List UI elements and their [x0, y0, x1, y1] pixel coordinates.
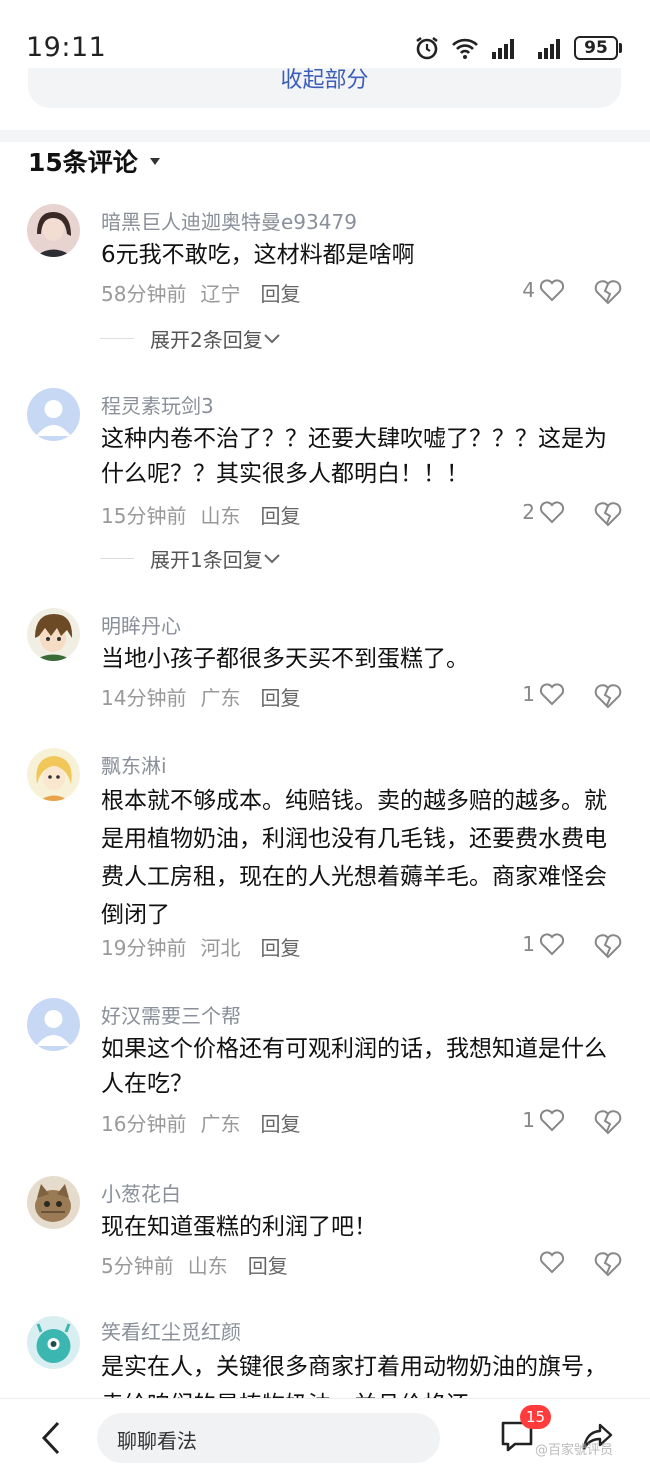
- heart-icon: [539, 1109, 565, 1132]
- reply-button[interactable]: 回复: [248, 1250, 288, 1279]
- comment-text: 当地小孩子都很多天买不到蛋糕了。: [101, 646, 469, 672]
- like-count: 4: [522, 278, 535, 302]
- like-button[interactable]: 1: [522, 682, 565, 706]
- reply-button[interactable]: 回复: [260, 278, 300, 307]
- comment-time: 15分钟前: [101, 504, 187, 528]
- heart-icon: [539, 279, 565, 302]
- bottom-bar: 聊聊看法 15 @百家號评员: [0, 1398, 650, 1474]
- like-count: 1: [522, 932, 535, 956]
- comment-count-badge: 15: [520, 1405, 552, 1429]
- like-count: 2: [522, 500, 535, 524]
- like-count: 1: [522, 1108, 535, 1132]
- comment-location: 山东: [200, 504, 241, 528]
- avatar[interactable]: [27, 748, 80, 801]
- comment-time: 58分钟前: [101, 282, 187, 306]
- comment-location: 辽宁: [200, 282, 241, 306]
- expand-replies-label: 展开1条回复: [150, 548, 263, 572]
- reply-button[interactable]: 回复: [260, 682, 300, 711]
- expand-replies[interactable]: 展开1条回复: [100, 544, 281, 573]
- comment-username[interactable]: 飘东淋i: [101, 750, 167, 779]
- comment-item: 笑看红尘觅红颜 是实在人，关键很多商家打着用动物奶油的旗号，卖给咱们的是植物奶油…: [0, 1312, 650, 1398]
- broken-heart-icon[interactable]: [594, 278, 622, 306]
- comment-text: 6元我不敢吃，这材料都是啥啊: [101, 242, 415, 268]
- heart-icon: [539, 933, 565, 956]
- collapse-link[interactable]: 收起部分: [28, 68, 621, 94]
- reply-button[interactable]: 回复: [260, 932, 300, 961]
- comment-meta: 58分钟前 辽宁 回复: [101, 278, 300, 307]
- section-divider: [0, 130, 650, 142]
- like-button[interactable]: 4: [522, 278, 565, 302]
- status-time: 19:11: [26, 32, 107, 63]
- comment-text: 如果这个价格还有可观利润的话，我想知道是什么人在吃？: [101, 1036, 607, 1097]
- avatar[interactable]: [27, 388, 80, 441]
- signal-icon-2: [538, 39, 560, 59]
- chevron-down-icon: [264, 333, 280, 343]
- broken-heart-icon[interactable]: [594, 682, 622, 710]
- like-count: 1: [522, 682, 535, 706]
- chevron-down-icon: [264, 553, 280, 563]
- comment-time: 16分钟前: [101, 1112, 187, 1136]
- comment-username[interactable]: 好汉需要三个帮: [101, 1000, 241, 1029]
- expand-replies[interactable]: 展开2条回复: [100, 324, 281, 353]
- battery-icon: 95: [574, 36, 622, 60]
- comment-location: 河北: [200, 936, 241, 960]
- reply-button[interactable]: 回复: [260, 500, 300, 529]
- avatar[interactable]: [27, 1176, 80, 1229]
- battery-level: 95: [574, 36, 618, 60]
- avatar[interactable]: [27, 204, 80, 257]
- comment-text: 这种内卷不治了？？还要大肆吹嘘了？？？这是为什么呢？？其实很多人都明白！！！: [101, 426, 607, 487]
- comment-text: 是实在人，关键很多商家打着用动物奶油的旗号，卖给咱们的是植物奶油，并且价格还: [101, 1354, 607, 1398]
- heart-icon: [539, 683, 565, 706]
- comment-time: 14分钟前: [101, 686, 187, 710]
- back-arrow-icon[interactable]: [36, 1419, 66, 1457]
- comment-meta: 5分钟前 山东 回复: [101, 1250, 288, 1279]
- comment-meta: 19分钟前 河北 回复: [101, 932, 300, 961]
- wifi-icon: [452, 38, 478, 59]
- status-icons: 95: [414, 32, 622, 64]
- comment-meta: 14分钟前 广东 回复: [101, 682, 300, 711]
- like-button[interactable]: [539, 1250, 565, 1274]
- heart-icon: [539, 1251, 565, 1274]
- sort-caret-icon[interactable]: [149, 157, 160, 165]
- comment-input[interactable]: 聊聊看法: [97, 1413, 440, 1463]
- comment-location: 广东: [200, 686, 241, 710]
- comment-text: 现在知道蛋糕的利润了吧！: [101, 1214, 377, 1240]
- like-button[interactable]: 2: [522, 500, 565, 524]
- comment-text: 根本就不够成本。纯赔钱。卖的越多赔的越多。就是用植物奶油，利润也没有几毛钱，还要…: [101, 788, 607, 928]
- watermark: @百家號评员: [535, 1443, 614, 1458]
- comments-header[interactable]: 15条评论: [28, 142, 160, 180]
- comment-username[interactable]: 暗黑巨人迪迦奥特曼e93479: [101, 206, 357, 235]
- avatar[interactable]: [27, 608, 80, 661]
- comment-time: 19分钟前: [101, 936, 187, 960]
- comment-username[interactable]: 笑看红尘觅红颜: [101, 1316, 241, 1345]
- comments-count-title: 15条评论: [28, 148, 138, 177]
- collapse-card[interactable]: 收起部分: [28, 68, 621, 108]
- comment-username[interactable]: 小葱花白: [101, 1178, 181, 1207]
- broken-heart-icon[interactable]: [594, 500, 622, 528]
- signal-icon-1: [492, 39, 514, 59]
- avatar[interactable]: [27, 998, 80, 1051]
- comment-meta: 15分钟前 山东 回复: [101, 500, 300, 529]
- comment-time: 5分钟前: [101, 1254, 174, 1278]
- broken-heart-icon[interactable]: [594, 932, 622, 960]
- avatar[interactable]: [27, 1316, 80, 1369]
- comment-username[interactable]: 明眸丹心: [101, 610, 181, 639]
- comment-location: 山东: [187, 1254, 228, 1278]
- comment-username[interactable]: 程灵素玩剑3: [101, 390, 214, 419]
- like-button[interactable]: 1: [522, 932, 565, 956]
- heart-icon: [539, 501, 565, 524]
- like-button[interactable]: 1: [522, 1108, 565, 1132]
- comment-meta: 16分钟前 广东 回复: [101, 1108, 300, 1137]
- expand-replies-label: 展开2条回复: [150, 328, 263, 352]
- reply-button[interactable]: 回复: [260, 1108, 300, 1137]
- broken-heart-icon[interactable]: [594, 1250, 622, 1278]
- comment-location: 广东: [200, 1112, 241, 1136]
- comment-input-placeholder: 聊聊看法: [117, 1429, 197, 1453]
- broken-heart-icon[interactable]: [594, 1108, 622, 1136]
- alarm-icon: [416, 36, 438, 60]
